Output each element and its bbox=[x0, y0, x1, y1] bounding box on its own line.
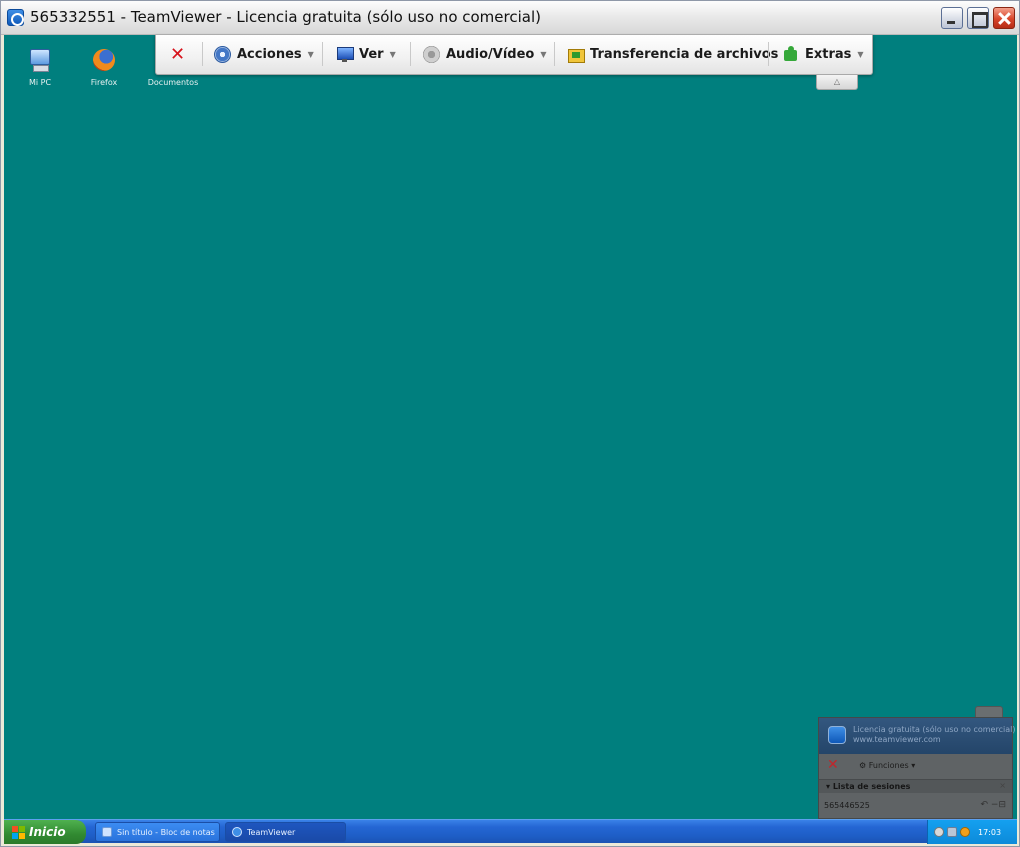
session-list-label: ▾ Lista de sesiones bbox=[826, 782, 911, 791]
teamviewer-icon bbox=[232, 827, 242, 837]
desktop-icon-label: Documentos bbox=[147, 78, 199, 87]
system-tray: 17:03 bbox=[927, 820, 1017, 844]
volume-icon[interactable] bbox=[947, 827, 957, 837]
collapse-arrow-icon: △ bbox=[833, 77, 841, 86]
maximize-button[interactable] bbox=[967, 7, 989, 29]
gear-icon bbox=[214, 45, 231, 63]
puzzle-icon bbox=[782, 45, 799, 63]
menu-ver[interactable]: Ver ▼ bbox=[336, 43, 396, 65]
network-icon[interactable] bbox=[934, 827, 944, 837]
clock[interactable]: 17:03 bbox=[978, 828, 1001, 837]
start-label: Inicio bbox=[29, 825, 66, 839]
menu-label: Acciones bbox=[237, 46, 302, 62]
minimize-button[interactable] bbox=[941, 7, 963, 29]
desktop-icon-label: Firefox bbox=[90, 78, 118, 87]
taskbar-item-label: Sin título - Bloc de notas bbox=[117, 827, 215, 837]
session-row[interactable]: 565446525 ↶ −⊟ bbox=[819, 794, 1012, 818]
panel-license-text: Licencia gratuita (sólo uso no comercial… bbox=[853, 725, 1016, 744]
desktop-icon-firefox[interactable]: Firefox bbox=[72, 47, 136, 87]
session-toolbar: ✕ Acciones ▼ Ver ▼ Audio/Vídeo ▼ Transfe… bbox=[155, 35, 873, 75]
toolbar-divider bbox=[202, 42, 203, 66]
chevron-down-icon: ▼ bbox=[389, 49, 396, 59]
title-bar[interactable]: 565332551 - TeamViewer - Licencia gratui… bbox=[1, 1, 1019, 35]
session-id: 565446525 bbox=[824, 801, 870, 810]
chevron-down-icon: ▼ bbox=[307, 49, 314, 59]
speaker-icon bbox=[423, 45, 440, 63]
toolbar-divider bbox=[768, 42, 769, 66]
computer-icon bbox=[27, 47, 53, 73]
taskbar-item-teamviewer[interactable]: TeamViewer bbox=[225, 822, 346, 842]
functions-label: Funciones bbox=[868, 761, 909, 770]
menu-label: Extras bbox=[805, 46, 852, 62]
taskbar-item-label: TeamViewer bbox=[247, 827, 296, 837]
teamviewer-control-panel: Licencia gratuita (sólo uso no comercial… bbox=[818, 717, 1016, 819]
toolbar-divider bbox=[322, 42, 323, 66]
panel-header: Licencia gratuita (sólo uso no comercial… bbox=[819, 718, 1016, 754]
session-controls[interactable]: ↶ −⊟ bbox=[981, 800, 1006, 810]
desktop-icon-my-pc[interactable]: Mi PC bbox=[8, 47, 72, 87]
toolbar-divider bbox=[554, 42, 555, 66]
chevron-down-icon: ▼ bbox=[857, 49, 864, 59]
file-transfer-icon bbox=[567, 46, 585, 63]
chevron-down-icon: ▾ bbox=[908, 761, 916, 770]
panel-actions-row: ✕ ⚙ Funciones ▾ bbox=[819, 755, 1012, 779]
teamviewer-app-icon[interactable] bbox=[7, 9, 24, 26]
monitor-icon bbox=[336, 46, 354, 63]
menu-label: Transferencia de archivos bbox=[590, 46, 779, 62]
toolbar-collapse-tab[interactable]: △ bbox=[816, 75, 858, 90]
menu-label: Audio/Vídeo bbox=[446, 46, 535, 62]
teamviewer-window: 565332551 - TeamViewer - Licencia gratui… bbox=[0, 0, 1020, 847]
close-window-button[interactable] bbox=[993, 7, 1015, 29]
panel-close-session-icon[interactable]: ✕ bbox=[827, 757, 839, 773]
chevron-down-icon: ▼ bbox=[540, 49, 547, 59]
menu-extras[interactable]: Extras ▼ bbox=[782, 43, 864, 65]
session-list-header[interactable]: ▾ Lista de sesiones × bbox=[819, 779, 1012, 793]
notepad-icon bbox=[102, 827, 112, 837]
teamviewer-logo-icon bbox=[828, 726, 846, 744]
taskbar: Inicio Sin título - Bloc de notas TeamVi… bbox=[4, 819, 1017, 844]
remote-desktop[interactable]: Mi PC Firefox Documentos bbox=[4, 35, 1017, 819]
menu-label: Ver bbox=[359, 46, 384, 62]
security-alert-icon[interactable] bbox=[960, 827, 970, 837]
session-list-close-icon[interactable]: × bbox=[999, 781, 1006, 790]
taskbar-item-notepad[interactable]: Sin título - Bloc de notas bbox=[95, 822, 220, 842]
functions-menu[interactable]: ⚙ Funciones ▾ bbox=[859, 761, 915, 770]
menu-transferencia-archivos[interactable]: Transferencia de archivos bbox=[567, 43, 778, 65]
close-session-icon[interactable]: ✕ bbox=[170, 43, 185, 65]
menu-audio-video[interactable]: Audio/Vídeo ▼ bbox=[423, 43, 546, 65]
firefox-icon bbox=[91, 47, 117, 73]
toolbar-divider bbox=[410, 42, 411, 66]
window-title: 565332551 - TeamViewer - Licencia gratui… bbox=[30, 8, 541, 26]
desktop-icon-label: Mi PC bbox=[28, 78, 52, 87]
menu-acciones[interactable]: Acciones ▼ bbox=[214, 43, 314, 65]
gear-icon: ⚙ bbox=[859, 761, 869, 770]
start-button[interactable]: Inicio bbox=[4, 820, 86, 844]
session-list-title: Lista de sesiones bbox=[832, 782, 911, 791]
windows-logo-icon bbox=[12, 825, 25, 839]
